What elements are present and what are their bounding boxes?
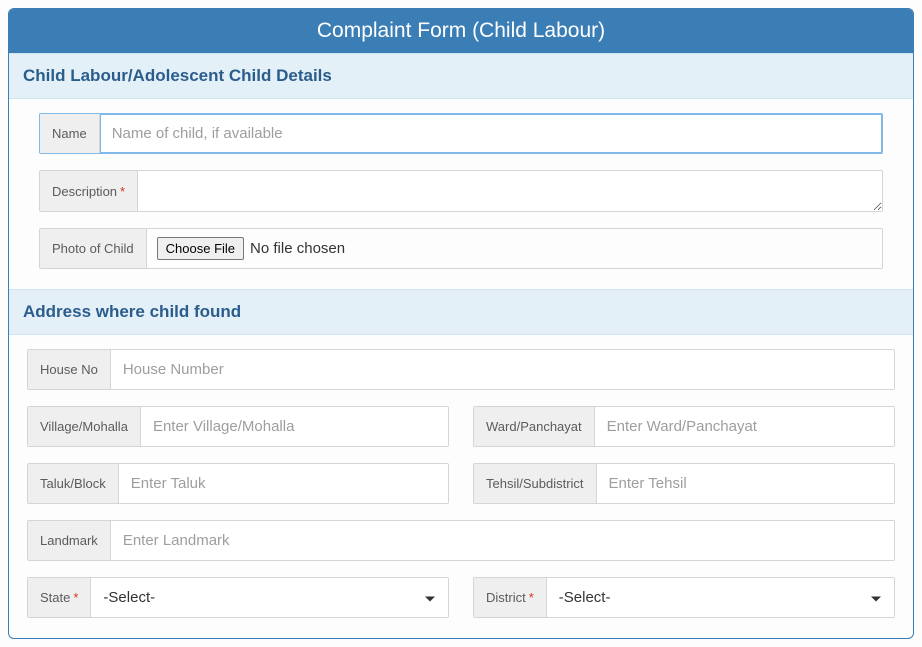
district-field: District* -Select- bbox=[473, 577, 895, 618]
description-input[interactable] bbox=[138, 171, 882, 211]
landmark-label: Landmark bbox=[28, 521, 111, 560]
taluk-field: Taluk/Block bbox=[27, 463, 449, 504]
tehsil-input[interactable] bbox=[597, 464, 894, 503]
complaint-form: Complaint Form (Child Labour) Child Labo… bbox=[8, 8, 914, 639]
description-field: Description* bbox=[39, 170, 883, 212]
house-label: House No bbox=[28, 350, 111, 389]
landmark-input[interactable] bbox=[111, 521, 894, 560]
name-label: Name bbox=[40, 114, 100, 153]
ward-field: Ward/Panchayat bbox=[473, 406, 895, 447]
state-field: State* -Select- bbox=[27, 577, 449, 618]
section-address: Address where child found House No Villa… bbox=[9, 289, 913, 638]
description-label-text: Description bbox=[52, 184, 117, 199]
state-select[interactable]: -Select- bbox=[91, 579, 448, 616]
required-marker: * bbox=[73, 590, 78, 605]
state-label: State* bbox=[28, 578, 91, 617]
name-field: Name bbox=[39, 113, 883, 154]
photo-field: Photo of Child Choose File No file chose… bbox=[39, 228, 883, 269]
file-status-text: No file chosen bbox=[250, 240, 345, 257]
photo-label: Photo of Child bbox=[40, 229, 147, 268]
form-title: Complaint Form (Child Labour) bbox=[9, 9, 913, 53]
district-select[interactable]: -Select- bbox=[547, 579, 894, 616]
ward-input[interactable] bbox=[595, 407, 894, 446]
tehsil-field: Tehsil/Subdistrict bbox=[473, 463, 895, 504]
section-address-heading: Address where child found bbox=[9, 290, 913, 335]
section-child-details-heading: Child Labour/Adolescent Child Details bbox=[9, 54, 913, 99]
district-label-text: District bbox=[486, 590, 526, 605]
state-label-text: State bbox=[40, 590, 70, 605]
village-field: Village/Mohalla bbox=[27, 406, 449, 447]
name-input[interactable] bbox=[100, 114, 882, 153]
landmark-field: Landmark bbox=[27, 520, 895, 561]
description-label: Description* bbox=[40, 171, 138, 211]
tehsil-label: Tehsil/Subdistrict bbox=[474, 464, 597, 503]
district-label: District* bbox=[474, 578, 547, 617]
section-child-details: Child Labour/Adolescent Child Details Na… bbox=[9, 53, 913, 289]
required-marker: * bbox=[529, 590, 534, 605]
house-field: House No bbox=[27, 349, 895, 390]
village-input[interactable] bbox=[141, 407, 448, 446]
taluk-label: Taluk/Block bbox=[28, 464, 119, 503]
taluk-input[interactable] bbox=[119, 464, 448, 503]
ward-label: Ward/Panchayat bbox=[474, 407, 595, 446]
house-input[interactable] bbox=[111, 350, 894, 389]
village-label: Village/Mohalla bbox=[28, 407, 141, 446]
required-marker: * bbox=[120, 184, 125, 199]
choose-file-button[interactable]: Choose File bbox=[157, 237, 244, 260]
